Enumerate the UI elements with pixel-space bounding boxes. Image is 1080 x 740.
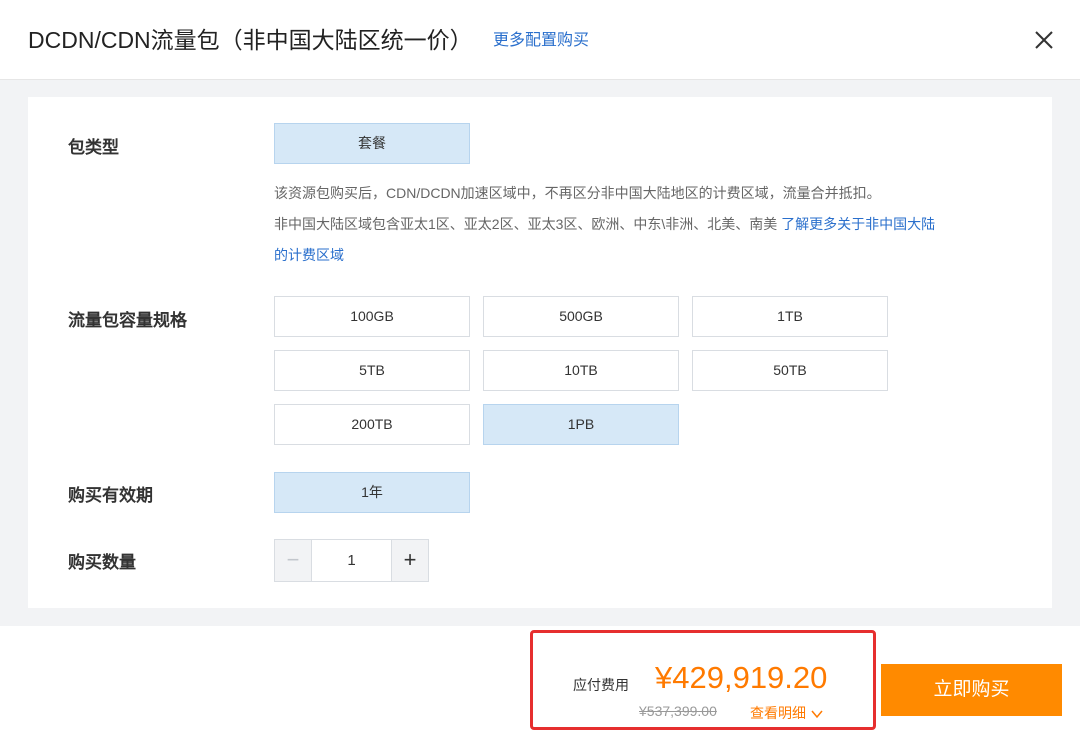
quantity-stepper: − + — [274, 539, 429, 582]
chevron-down-icon — [811, 710, 823, 719]
decrement-button[interactable]: − — [275, 540, 312, 581]
capacity-option-5tb[interactable]: 5TB — [274, 350, 470, 391]
quantity-label: 购买数量 — [68, 553, 136, 572]
price-label: 应付费用 — [573, 677, 629, 693]
view-details-label: 查看明细 — [750, 705, 806, 721]
package-type-desc-1: 该资源包购买后，CDN/DCDN加速区域中，不再区分非中国大陆地区的计费区域，流… — [274, 185, 881, 201]
dialog-title: DCDN/CDN流量包（非中国大陆区统一价） — [28, 27, 473, 53]
capacity-label: 流量包容量规格 — [68, 311, 187, 330]
capacity-option-100gb[interactable]: 100GB — [274, 296, 470, 337]
config-panel: 包类型 套餐 该资源包购买后，CDN/DCDN加速区域中，不再区分非中国大陆地区… — [28, 97, 1052, 608]
package-type-label: 包类型 — [68, 138, 119, 157]
buy-now-button[interactable]: 立即购买 — [881, 664, 1062, 716]
billing-region-link-cont[interactable]: 的计费区域 — [274, 247, 344, 263]
validity-option-1year[interactable]: 1年 — [274, 472, 470, 513]
billing-region-link[interactable]: 了解更多关于非中国大陆 — [781, 216, 935, 232]
package-type-desc-2-text: 非中国大陆区域包含亚太1区、亚太2区、亚太3区、欧洲、中东\非洲、北美、南美 — [274, 216, 778, 232]
increment-button[interactable]: + — [391, 540, 428, 581]
capacity-option-10tb[interactable]: 10TB — [483, 350, 679, 391]
package-type-desc-2: 非中国大陆区域包含亚太1区、亚太2区、亚太3区、欧洲、中东\非洲、北美、南美 了… — [274, 214, 935, 234]
capacity-option-1pb[interactable]: 1PB — [483, 404, 679, 445]
package-type-option-bundle[interactable]: 套餐 — [274, 123, 470, 164]
checkout-footer: 应付费用 ¥429,919.20 ¥537,399.00 查看明细 立即购买 — [0, 626, 1080, 740]
view-details-link[interactable]: 查看明细 — [750, 703, 824, 723]
dialog-header: DCDN/CDN流量包（非中国大陆区统一价） 更多配置购买 — [0, 0, 1080, 80]
close-icon[interactable] — [1030, 26, 1058, 54]
price-summary-box: 应付费用 ¥429,919.20 ¥537,399.00 查看明细 — [530, 630, 876, 730]
total-price: ¥429,919.20 — [655, 660, 828, 695]
capacity-option-1tb[interactable]: 1TB — [692, 296, 888, 337]
original-price: ¥537,399.00 — [639, 703, 717, 719]
more-config-link[interactable]: 更多配置购买 — [493, 30, 589, 52]
capacity-option-200tb[interactable]: 200TB — [274, 404, 470, 445]
capacity-option-50tb[interactable]: 50TB — [692, 350, 888, 391]
capacity-option-500gb[interactable]: 500GB — [483, 296, 679, 337]
validity-label: 购买有效期 — [68, 486, 153, 505]
package-type-desc-3: 的计费区域 — [274, 245, 344, 265]
quantity-input[interactable] — [312, 540, 391, 581]
